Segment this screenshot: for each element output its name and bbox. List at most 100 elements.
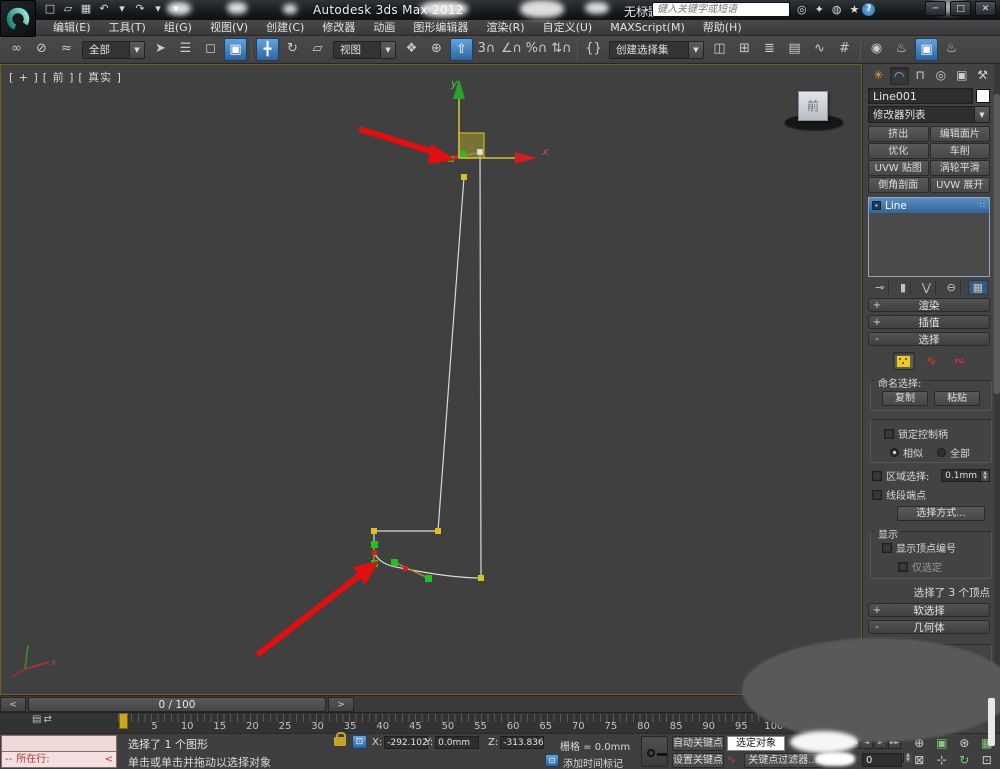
spline-curve-segment[interactable] [373, 551, 482, 579]
modifier-list-dropdown[interactable]: 修改器列表 ▼ [868, 106, 990, 123]
viewcube[interactable]: 前 [783, 85, 845, 133]
tab-display[interactable]: ▣ [952, 67, 971, 85]
menu-1[interactable]: 工具(T) [100, 20, 155, 36]
vertex-handle-green[interactable] [425, 575, 432, 582]
toolbar-schematic-view[interactable]: # [833, 38, 856, 61]
spline-subobject-button[interactable]: ∾ [949, 352, 971, 370]
ic-subscription-icon[interactable]: ✦ [815, 3, 824, 16]
stack-tool-configure-modifier-sets[interactable]: ▦ [967, 280, 988, 295]
menu-2[interactable]: 组(G) [155, 20, 201, 36]
nav-zoom-extents[interactable]: ▣ [931, 735, 954, 752]
time-slider-next[interactable]: > [328, 696, 354, 712]
rollout-interpolation[interactable]: + 插值 [868, 315, 990, 329]
qat-redo-caret[interactable]: ▾ [150, 1, 166, 17]
key-filters-button[interactable]: 关键点过滤器... [744, 753, 822, 768]
listener-macro-row[interactable] [1, 735, 117, 752]
toolbar-select-and-link[interactable]: ∞ [5, 38, 28, 61]
modifier-button-5[interactable]: 涡轮平滑 [929, 160, 990, 176]
spline-segment[interactable] [437, 176, 465, 532]
toolbar-mirror[interactable]: ◫ [708, 38, 731, 61]
vertex-handle-green[interactable] [371, 541, 378, 548]
tab-create[interactable]: ✳ [869, 67, 888, 85]
object-color-swatch[interactable] [976, 89, 990, 103]
gizmo-x-arrowhead[interactable] [515, 152, 537, 164]
stack-tool-make-unique[interactable]: ⋁ [918, 281, 936, 294]
trackbar-tool-mini-curve-key[interactable]: ⇄ [43, 714, 51, 730]
modifier-button-6[interactable]: 倒角剖面 [868, 177, 929, 193]
toolbar-percent-snap[interactable]: %∩ [525, 38, 548, 61]
copy-button[interactable]: 复制 [882, 391, 928, 406]
ic-communication-center-icon[interactable]: ◍ [832, 3, 842, 16]
object-name-field[interactable]: Line001 [868, 88, 973, 104]
modifier-button-4[interactable]: UVW 贴图 [868, 160, 929, 176]
nav-pan[interactable]: ⊹ [931, 752, 954, 769]
segment-subobject-button[interactable]: ∿ [921, 352, 943, 370]
toolbar-render-setup[interactable]: ♨ [890, 38, 913, 61]
listener-expand-icon[interactable]: < [105, 752, 113, 767]
time-slider-prev[interactable]: < [0, 696, 26, 712]
rollout-soft-selection[interactable]: + 软选择 [868, 603, 990, 617]
all-radio[interactable] [937, 448, 946, 457]
toolbar-window-crossing-toggle[interactable]: ▣ [224, 38, 247, 61]
menu-9[interactable]: 自定义(U) [534, 20, 602, 36]
tab-motion[interactable]: ◎ [932, 67, 951, 85]
tab-hierarchy[interactable]: ⊓ [911, 67, 930, 85]
toolbar-spinner-snap[interactable]: ⇅∩ [550, 38, 573, 61]
toolbar-layer-manager[interactable]: ≣ [758, 38, 781, 61]
nav-zoom-region[interactable]: ⊠ [908, 752, 931, 769]
toolbar-rectangular-selection-region[interactable]: ◻ [199, 38, 222, 61]
vertex-yellow[interactable] [478, 575, 484, 581]
modifier-button-2[interactable]: 优化 [868, 143, 929, 159]
time-slider-display[interactable]: 0 / 100 [28, 696, 326, 712]
qat-undo[interactable]: ↶ [96, 1, 112, 17]
toolbar-material-editor[interactable]: ◉ [865, 38, 888, 61]
qat-new-file[interactable]: □ [42, 1, 58, 17]
modifier-button-0[interactable]: 挤出 [868, 126, 929, 142]
ic-favorites-icon[interactable]: ★ [849, 3, 859, 16]
modifier-stack[interactable]: • Line ∷ [868, 197, 990, 277]
menu-6[interactable]: 动画 [364, 20, 404, 36]
show-vertex-numbers-checkbox[interactable] [882, 542, 892, 553]
frame-marker[interactable] [119, 713, 128, 729]
spline-segment[interactable] [479, 151, 482, 579]
rollout-selection[interactable]: - 选择 [868, 332, 990, 346]
select-by-button[interactable]: 选择方式... [897, 506, 985, 521]
qat-save-file[interactable]: ▦ [78, 1, 94, 17]
win-maximize-button[interactable]: □ [950, 1, 971, 16]
toolbar-select-and-move[interactable]: ╋ [256, 38, 279, 61]
qat-undo-caret[interactable]: ▾ [114, 1, 130, 17]
stack-tool-pin-stack[interactable]: ⊸ [871, 281, 890, 294]
menu-10[interactable]: MAXScript(M) [601, 20, 694, 36]
toolbar-graphite-modeling-tools[interactable]: ▤ [783, 38, 806, 61]
absolute-mode-icon[interactable]: ⊡ [352, 735, 367, 749]
x-field[interactable]: -292.102mm [384, 736, 429, 749]
toolbar-curve-editor[interactable]: ∿ [808, 38, 831, 61]
edit-named-selection-sets[interactable]: {} [582, 38, 605, 61]
new-key-curve-icon[interactable]: ∿ [727, 753, 736, 766]
toolbar-render-production[interactable]: ♨ [940, 38, 963, 61]
viewport-front[interactable]: [ + ][ 前 ][ 真实 ] y x x 前 [0, 64, 862, 695]
vertex-subobject-button[interactable] [892, 352, 915, 370]
stack-tool-show-end-result[interactable]: ▮ [896, 281, 912, 294]
menu-8[interactable]: 渲染(R) [477, 20, 533, 36]
add-time-tag[interactable]: 添加时间标记 [563, 755, 623, 769]
named-selection-sets-dropdown[interactable]: 创建选择集 ▼ [609, 40, 704, 59]
qat-open-file[interactable]: ▱ [60, 1, 76, 17]
rollout-geometry[interactable]: - 几何体 [868, 620, 990, 634]
area-selection-checkbox[interactable] [872, 470, 882, 481]
win-close-button[interactable]: ✕ [975, 1, 996, 16]
menu-0[interactable]: 编辑(E) [44, 20, 100, 36]
modifier-button-3[interactable]: 车削 [929, 143, 990, 159]
rollout-rendering[interactable]: + 渲染 [868, 298, 990, 312]
toolbar-angle-snap[interactable]: ∠∩ [500, 38, 523, 61]
menu-11[interactable]: 帮助(H) [694, 20, 751, 36]
vertex-selected-red[interactable] [372, 550, 377, 555]
menu-5[interactable]: 修改器 [313, 20, 364, 36]
toolbar-snaps-toggle-3[interactable]: 3∩ [475, 38, 498, 61]
set-key-button[interactable]: 设置关键点 [672, 753, 724, 768]
nav-orbit[interactable]: ↻ [953, 752, 976, 769]
menu-7[interactable]: 图形编辑器 [404, 20, 477, 36]
selection-lock-icon[interactable] [334, 732, 346, 746]
modifier-button-1[interactable]: 编辑面片 [929, 126, 990, 142]
qat-redo[interactable]: ↷ [132, 1, 148, 17]
